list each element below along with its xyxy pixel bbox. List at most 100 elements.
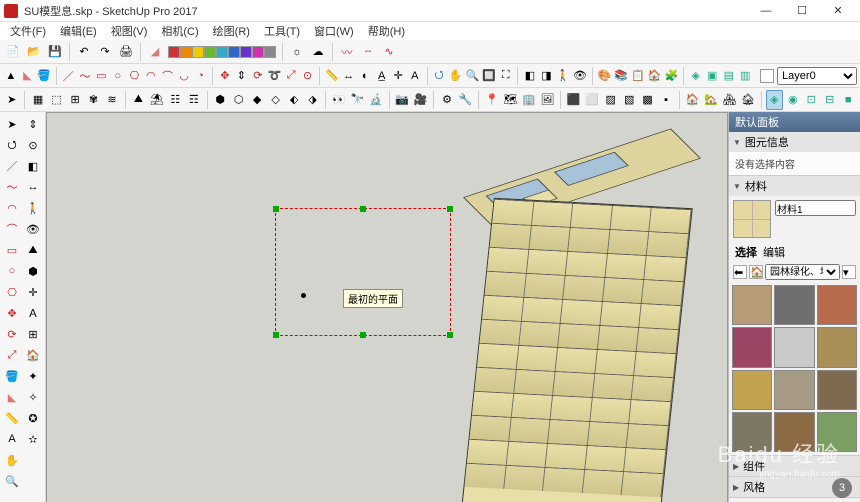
wireframe-icon[interactable]: ⊡ [802, 90, 819, 110]
material-swatch-5[interactable] [817, 327, 857, 367]
location-icon[interactable]: 📍 [483, 90, 500, 110]
polygon-icon[interactable]: ⎔ [127, 66, 143, 86]
components-header[interactable]: ▶组件 [729, 456, 860, 476]
sandbox3-icon[interactable]: ☷ [167, 90, 184, 110]
material-swatch-11[interactable] [817, 412, 857, 452]
lt-component-icon[interactable]: ⊞ [23, 324, 43, 344]
text-icon[interactable]: A̲ [374, 66, 390, 86]
lt-arc2-icon[interactable]: ⌒ [2, 219, 22, 239]
axes-icon[interactable]: ✛ [390, 66, 406, 86]
materials-tab-select[interactable]: 选择 [735, 244, 757, 260]
open-file-icon[interactable]: 📂 [24, 42, 44, 62]
terrain-icon[interactable]: 🗺 [502, 90, 519, 110]
lt-freehand-icon[interactable]: 〜 [2, 177, 22, 197]
xray-icon[interactable]: ◉ [784, 90, 801, 110]
model-viewport[interactable]: 最初的平面 [46, 112, 728, 502]
camera2-icon[interactable]: 🎥 [412, 90, 429, 110]
house4-icon[interactable]: 🏚 [739, 90, 756, 110]
shadow-icon[interactable]: ☼ [287, 42, 307, 62]
pushpull-icon[interactable]: ⇕ [234, 66, 250, 86]
zoom-window-icon[interactable]: 🔲 [481, 66, 497, 86]
group-icon[interactable]: ⊞ [66, 90, 83, 110]
layer-selector[interactable]: Layer0 [760, 67, 857, 85]
lt-axes-icon[interactable]: ✛ [23, 282, 43, 302]
face-style-active-icon[interactable]: ◈ [766, 90, 783, 110]
dynamic1-icon[interactable]: ⚙ [438, 90, 455, 110]
dynamic2-icon[interactable]: 🔧 [457, 90, 474, 110]
curve-red-icon[interactable]: 〰 [337, 42, 357, 62]
house2-icon[interactable]: 🏡 [702, 90, 719, 110]
house1-icon[interactable]: 🏠 [684, 90, 701, 110]
lt-circle-icon[interactable]: ○ [2, 261, 22, 281]
menu-view[interactable]: 视图(V) [105, 21, 154, 41]
material-swatch-6[interactable] [732, 370, 772, 410]
front-icon[interactable]: ▤ [721, 66, 737, 86]
tray-title[interactable]: 默认面板 [729, 112, 860, 132]
pointer-icon[interactable]: ➤ [3, 90, 20, 110]
style4-icon[interactable]: ▧ [620, 90, 637, 110]
offset-icon[interactable]: ⊙ [300, 66, 316, 86]
material-swatch-4[interactable] [774, 327, 814, 367]
material-menu-icon[interactable]: ▾ [842, 265, 856, 279]
style-icon[interactable]: 🎨 [597, 66, 613, 86]
hiddenline-icon[interactable]: ⊟ [821, 90, 838, 110]
scale-selection-box[interactable] [275, 208, 451, 336]
paint-bucket-icon[interactable]: 🪣 [36, 66, 52, 86]
rotate-icon[interactable]: ⟳ [250, 66, 266, 86]
arc2-icon[interactable]: ⌒ [160, 66, 176, 86]
new-file-icon[interactable]: 📄 [3, 42, 23, 62]
pie-icon[interactable]: ◔ [193, 66, 209, 86]
undo-icon[interactable]: ↶ [74, 42, 94, 62]
iso-icon[interactable]: ◈ [688, 66, 704, 86]
warehouse-icon[interactable]: 🏠 [647, 66, 663, 86]
right-icon[interactable]: ▥ [738, 66, 754, 86]
current-material-swatch[interactable] [733, 200, 771, 238]
building-icon[interactable]: 🏢 [520, 90, 537, 110]
material-swatch-7[interactable] [774, 370, 814, 410]
rectangle-icon[interactable]: ▭ [94, 66, 110, 86]
material-swatch-8[interactable] [817, 370, 857, 410]
top-icon[interactable]: ▣ [704, 66, 720, 86]
solid5-icon[interactable]: ⬖ [285, 90, 302, 110]
tape-icon[interactable]: 📏 [324, 66, 340, 86]
select-icon[interactable]: ▲ [3, 66, 19, 86]
followme-icon[interactable]: ➰ [267, 66, 283, 86]
lt-pan-icon[interactable]: ✋ [2, 450, 22, 470]
material-swatch-1[interactable] [774, 285, 814, 325]
menu-edit[interactable]: 编辑(E) [54, 21, 103, 41]
style5-icon[interactable]: ▩ [639, 90, 656, 110]
sandbox1-icon[interactable]: ⛰ [130, 90, 147, 110]
stamp-icon[interactable]: ✾ [85, 90, 102, 110]
lt-zoom-icon[interactable]: 🔍 [2, 471, 22, 491]
arc-icon[interactable]: ◠ [143, 66, 159, 86]
solid6-icon[interactable]: ⬗ [304, 90, 321, 110]
shaded-icon[interactable]: ■ [839, 90, 856, 110]
menu-window[interactable]: 窗口(W) [308, 21, 360, 41]
material-name-input[interactable] [775, 200, 856, 216]
zoom-icon[interactable]: 🔍 [465, 66, 481, 86]
lt-line-icon[interactable]: ／ [2, 156, 22, 176]
view1-icon[interactable]: 👀 [330, 90, 347, 110]
extensions-icon[interactable]: 🧩 [663, 66, 679, 86]
pan-icon[interactable]: ✋ [448, 66, 464, 86]
lt-ext1-icon[interactable]: ✦ [23, 366, 43, 386]
sandbox2-icon[interactable]: ⛱ [148, 90, 165, 110]
material-swatch-9[interactable] [732, 412, 772, 452]
photo-icon[interactable]: 🖼 [539, 90, 556, 110]
box-icon[interactable]: ▦ [29, 90, 46, 110]
lt-warehouse-icon[interactable]: 🏠 [23, 345, 43, 365]
lt-offset-icon[interactable]: ⊙ [23, 135, 43, 155]
fog-icon[interactable]: ☁ [308, 42, 328, 62]
3dtext-icon[interactable]: A [407, 66, 423, 86]
material-swatch-0[interactable] [732, 285, 772, 325]
lt-look-icon[interactable]: 👁 [23, 219, 43, 239]
lt-pushpull-icon[interactable]: ⇕ [23, 114, 43, 134]
lt-arc-icon[interactable]: ◠ [2, 198, 22, 218]
materials-header[interactable]: ▼材料 [729, 176, 860, 196]
view2-icon[interactable]: 🔭 [349, 90, 366, 110]
lt-scale-icon[interactable]: ⤢ [2, 345, 22, 365]
menu-help[interactable]: 帮助(H) [362, 21, 411, 41]
arc3-icon[interactable]: ◡ [176, 66, 192, 86]
color-palette[interactable] [168, 46, 276, 58]
lt-section-icon[interactable]: ◧ [23, 156, 43, 176]
